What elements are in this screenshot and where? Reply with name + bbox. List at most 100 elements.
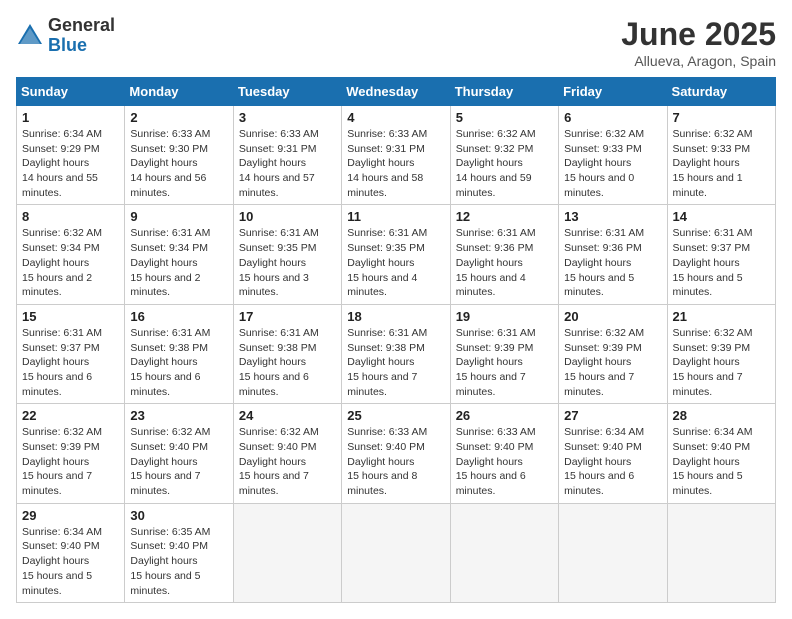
calendar-week-4: 22 Sunrise: 6:32 AM Sunset: 9:39 PM Dayl… <box>17 404 776 503</box>
day-info: Sunrise: 6:33 AM Sunset: 9:40 PM Dayligh… <box>456 425 553 498</box>
calendar: Sunday Monday Tuesday Wednesday Thursday… <box>16 77 776 603</box>
calendar-cell <box>559 503 667 602</box>
calendar-cell: 29 Sunrise: 6:34 AM Sunset: 9:40 PM Dayl… <box>17 503 125 602</box>
day-info: Sunrise: 6:31 AM Sunset: 9:36 PM Dayligh… <box>456 226 553 299</box>
day-number: 30 <box>130 508 227 523</box>
col-wednesday: Wednesday <box>342 78 450 106</box>
day-info: Sunrise: 6:32 AM Sunset: 9:40 PM Dayligh… <box>239 425 336 498</box>
day-number: 5 <box>456 110 553 125</box>
day-number: 15 <box>22 309 119 324</box>
calendar-cell: 7 Sunrise: 6:32 AM Sunset: 9:33 PM Dayli… <box>667 106 775 205</box>
day-info: Sunrise: 6:31 AM Sunset: 9:38 PM Dayligh… <box>239 326 336 399</box>
calendar-cell: 13 Sunrise: 6:31 AM Sunset: 9:36 PM Dayl… <box>559 205 667 304</box>
col-sunday: Sunday <box>17 78 125 106</box>
calendar-cell: 16 Sunrise: 6:31 AM Sunset: 9:38 PM Dayl… <box>125 304 233 403</box>
day-info: Sunrise: 6:34 AM Sunset: 9:29 PM Dayligh… <box>22 127 119 200</box>
calendar-cell: 6 Sunrise: 6:32 AM Sunset: 9:33 PM Dayli… <box>559 106 667 205</box>
calendar-cell: 20 Sunrise: 6:32 AM Sunset: 9:39 PM Dayl… <box>559 304 667 403</box>
day-number: 17 <box>239 309 336 324</box>
calendar-body: 1 Sunrise: 6:34 AM Sunset: 9:29 PM Dayli… <box>17 106 776 603</box>
subtitle: Allueva, Aragon, Spain <box>621 53 776 69</box>
day-info: Sunrise: 6:31 AM Sunset: 9:38 PM Dayligh… <box>347 326 444 399</box>
day-info: Sunrise: 6:33 AM Sunset: 9:31 PM Dayligh… <box>239 127 336 200</box>
calendar-cell: 3 Sunrise: 6:33 AM Sunset: 9:31 PM Dayli… <box>233 106 341 205</box>
calendar-cell <box>450 503 558 602</box>
day-info: Sunrise: 6:31 AM Sunset: 9:35 PM Dayligh… <box>347 226 444 299</box>
calendar-cell: 21 Sunrise: 6:32 AM Sunset: 9:39 PM Dayl… <box>667 304 775 403</box>
day-info: Sunrise: 6:31 AM Sunset: 9:39 PM Dayligh… <box>456 326 553 399</box>
day-info: Sunrise: 6:32 AM Sunset: 9:32 PM Dayligh… <box>456 127 553 200</box>
calendar-cell: 4 Sunrise: 6:33 AM Sunset: 9:31 PM Dayli… <box>342 106 450 205</box>
col-friday: Friday <box>559 78 667 106</box>
calendar-cell: 14 Sunrise: 6:31 AM Sunset: 9:37 PM Dayl… <box>667 205 775 304</box>
day-info: Sunrise: 6:31 AM Sunset: 9:36 PM Dayligh… <box>564 226 661 299</box>
day-info: Sunrise: 6:31 AM Sunset: 9:38 PM Dayligh… <box>130 326 227 399</box>
calendar-cell: 19 Sunrise: 6:31 AM Sunset: 9:39 PM Dayl… <box>450 304 558 403</box>
calendar-cell: 10 Sunrise: 6:31 AM Sunset: 9:35 PM Dayl… <box>233 205 341 304</box>
calendar-cell: 1 Sunrise: 6:34 AM Sunset: 9:29 PM Dayli… <box>17 106 125 205</box>
day-info: Sunrise: 6:33 AM Sunset: 9:40 PM Dayligh… <box>347 425 444 498</box>
day-number: 24 <box>239 408 336 423</box>
day-number: 26 <box>456 408 553 423</box>
calendar-header-row: Sunday Monday Tuesday Wednesday Thursday… <box>17 78 776 106</box>
logo-text: General Blue <box>48 16 115 56</box>
calendar-cell: 17 Sunrise: 6:31 AM Sunset: 9:38 PM Dayl… <box>233 304 341 403</box>
logo: General Blue <box>16 16 115 56</box>
day-info: Sunrise: 6:32 AM Sunset: 9:34 PM Dayligh… <box>22 226 119 299</box>
calendar-cell: 11 Sunrise: 6:31 AM Sunset: 9:35 PM Dayl… <box>342 205 450 304</box>
day-number: 7 <box>673 110 770 125</box>
day-info: Sunrise: 6:32 AM Sunset: 9:39 PM Dayligh… <box>564 326 661 399</box>
day-number: 3 <box>239 110 336 125</box>
calendar-week-1: 1 Sunrise: 6:34 AM Sunset: 9:29 PM Dayli… <box>17 106 776 205</box>
day-number: 21 <box>673 309 770 324</box>
calendar-week-3: 15 Sunrise: 6:31 AM Sunset: 9:37 PM Dayl… <box>17 304 776 403</box>
day-info: Sunrise: 6:31 AM Sunset: 9:37 PM Dayligh… <box>673 226 770 299</box>
day-number: 8 <box>22 209 119 224</box>
day-number: 1 <box>22 110 119 125</box>
calendar-cell: 25 Sunrise: 6:33 AM Sunset: 9:40 PM Dayl… <box>342 404 450 503</box>
calendar-cell <box>342 503 450 602</box>
day-number: 22 <box>22 408 119 423</box>
day-number: 23 <box>130 408 227 423</box>
col-monday: Monday <box>125 78 233 106</box>
day-number: 9 <box>130 209 227 224</box>
day-info: Sunrise: 6:32 AM Sunset: 9:33 PM Dayligh… <box>673 127 770 200</box>
day-info: Sunrise: 6:34 AM Sunset: 9:40 PM Dayligh… <box>673 425 770 498</box>
day-number: 12 <box>456 209 553 224</box>
calendar-cell: 2 Sunrise: 6:33 AM Sunset: 9:30 PM Dayli… <box>125 106 233 205</box>
day-number: 4 <box>347 110 444 125</box>
day-number: 14 <box>673 209 770 224</box>
logo-general: General <box>48 16 115 36</box>
calendar-cell: 8 Sunrise: 6:32 AM Sunset: 9:34 PM Dayli… <box>17 205 125 304</box>
calendar-cell: 12 Sunrise: 6:31 AM Sunset: 9:36 PM Dayl… <box>450 205 558 304</box>
day-number: 2 <box>130 110 227 125</box>
month-title: June 2025 <box>621 16 776 53</box>
day-number: 11 <box>347 209 444 224</box>
col-saturday: Saturday <box>667 78 775 106</box>
day-number: 27 <box>564 408 661 423</box>
calendar-week-2: 8 Sunrise: 6:32 AM Sunset: 9:34 PM Dayli… <box>17 205 776 304</box>
day-info: Sunrise: 6:31 AM Sunset: 9:37 PM Dayligh… <box>22 326 119 399</box>
day-number: 20 <box>564 309 661 324</box>
title-block: June 2025 Allueva, Aragon, Spain <box>621 16 776 69</box>
logo-icon <box>16 22 44 50</box>
calendar-cell: 22 Sunrise: 6:32 AM Sunset: 9:39 PM Dayl… <box>17 404 125 503</box>
page-header: General Blue June 2025 Allueva, Aragon, … <box>16 16 776 69</box>
day-number: 13 <box>564 209 661 224</box>
day-info: Sunrise: 6:34 AM Sunset: 9:40 PM Dayligh… <box>564 425 661 498</box>
day-number: 19 <box>456 309 553 324</box>
col-thursday: Thursday <box>450 78 558 106</box>
calendar-cell <box>233 503 341 602</box>
calendar-cell: 9 Sunrise: 6:31 AM Sunset: 9:34 PM Dayli… <box>125 205 233 304</box>
day-info: Sunrise: 6:33 AM Sunset: 9:30 PM Dayligh… <box>130 127 227 200</box>
day-number: 6 <box>564 110 661 125</box>
calendar-cell: 5 Sunrise: 6:32 AM Sunset: 9:32 PM Dayli… <box>450 106 558 205</box>
calendar-cell: 27 Sunrise: 6:34 AM Sunset: 9:40 PM Dayl… <box>559 404 667 503</box>
day-info: Sunrise: 6:35 AM Sunset: 9:40 PM Dayligh… <box>130 525 227 598</box>
calendar-cell <box>667 503 775 602</box>
day-number: 16 <box>130 309 227 324</box>
day-info: Sunrise: 6:32 AM Sunset: 9:33 PM Dayligh… <box>564 127 661 200</box>
calendar-cell: 26 Sunrise: 6:33 AM Sunset: 9:40 PM Dayl… <box>450 404 558 503</box>
calendar-cell: 28 Sunrise: 6:34 AM Sunset: 9:40 PM Dayl… <box>667 404 775 503</box>
calendar-cell: 30 Sunrise: 6:35 AM Sunset: 9:40 PM Dayl… <box>125 503 233 602</box>
